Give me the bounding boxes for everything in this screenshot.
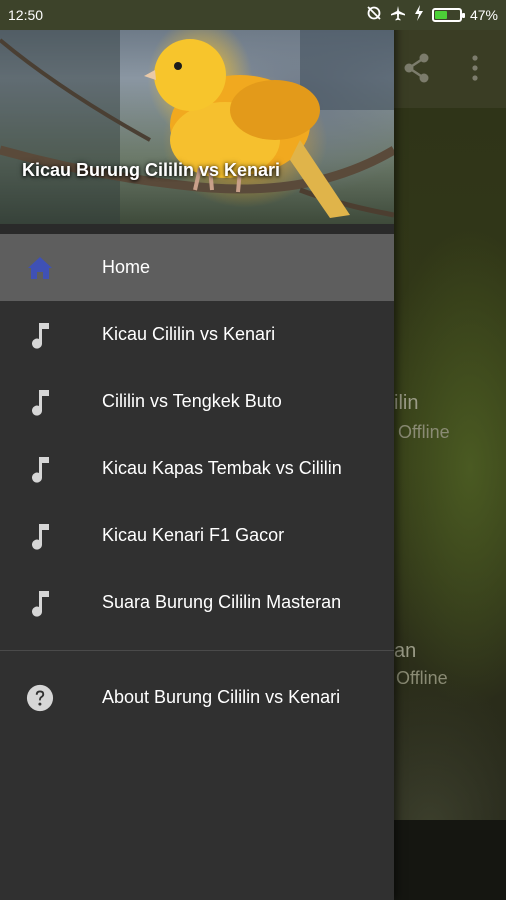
- menu-item-label: About Burung Cililin vs Kenari: [102, 687, 341, 707]
- bg-item-title: ilin: [394, 392, 419, 414]
- menu-item-cililin-vs-tengkek-buto[interactable]: Cililin vs Tengkek Buto: [0, 368, 394, 435]
- drawer-menu: Home Kicau Cililin vs Kenari Cililin vs …: [0, 234, 394, 636]
- airplane-icon: [390, 5, 406, 24]
- menu-item-kicau-kapas-tembak-vs-cililin[interactable]: Kicau Kapas Tembak vs Cililin: [0, 435, 394, 502]
- menu-item-about[interactable]: About Burung Cililin vs Kenari: [0, 664, 394, 731]
- menu-item-label: Kicau Kenari F1 Gacor: [102, 525, 285, 545]
- menu-item-home[interactable]: Home: [0, 234, 394, 301]
- charging-icon: [414, 5, 424, 24]
- share-icon[interactable]: [402, 52, 432, 89]
- menu-item-kicau-cililin-vs-kenari[interactable]: Kicau Cililin vs Kenari: [0, 301, 394, 368]
- home-icon: [26, 254, 54, 282]
- navigation-drawer: Kicau Burung Cililin vs Kenari Home Kica…: [0, 0, 394, 900]
- music-note-icon: [26, 522, 54, 550]
- status-time: 12:50: [8, 7, 44, 23]
- music-note-icon: [26, 455, 54, 483]
- drawer-header: Kicau Burung Cililin vs Kenari: [0, 0, 394, 224]
- menu-item-label: Suara Burung Cililin Masteran: [102, 592, 342, 612]
- bg-item-subtitle: Offline: [396, 668, 448, 688]
- menu-item-label: Kicau Cililin vs Kenari: [102, 324, 276, 344]
- battery-icon: [431, 7, 465, 22]
- menu-item-kicau-kenari-f1-gacor[interactable]: Kicau Kenari F1 Gacor: [0, 502, 394, 569]
- music-note-icon: [26, 321, 54, 349]
- bg-item-subtitle: Offline: [398, 422, 450, 442]
- battery-percent: 47%: [469, 6, 498, 23]
- menu-item-label: Cililin vs Tengkek Buto: [102, 391, 282, 411]
- help-circle-icon: [26, 684, 54, 712]
- menu-item-label: Home: [102, 257, 151, 277]
- menu-item-suara-burung-cililin-masteran[interactable]: Suara Burung Cililin Masteran: [0, 569, 394, 636]
- more-vert-icon[interactable]: [470, 54, 480, 87]
- sync-off-icon: [366, 5, 382, 24]
- menu-divider: [0, 650, 394, 651]
- canary-header-image: [0, 0, 394, 224]
- header-divider: [0, 224, 394, 234]
- status-bar: 12:50 47%: [0, 0, 506, 30]
- battery-level: [434, 10, 448, 19]
- menu-item-label: Kicau Kapas Tembak vs Cililin: [102, 458, 342, 478]
- bg-item-title: an: [394, 640, 417, 662]
- music-note-icon: [26, 589, 54, 617]
- drawer-header-title: Kicau Burung Cililin vs Kenari: [22, 160, 281, 180]
- music-note-icon: [26, 388, 54, 416]
